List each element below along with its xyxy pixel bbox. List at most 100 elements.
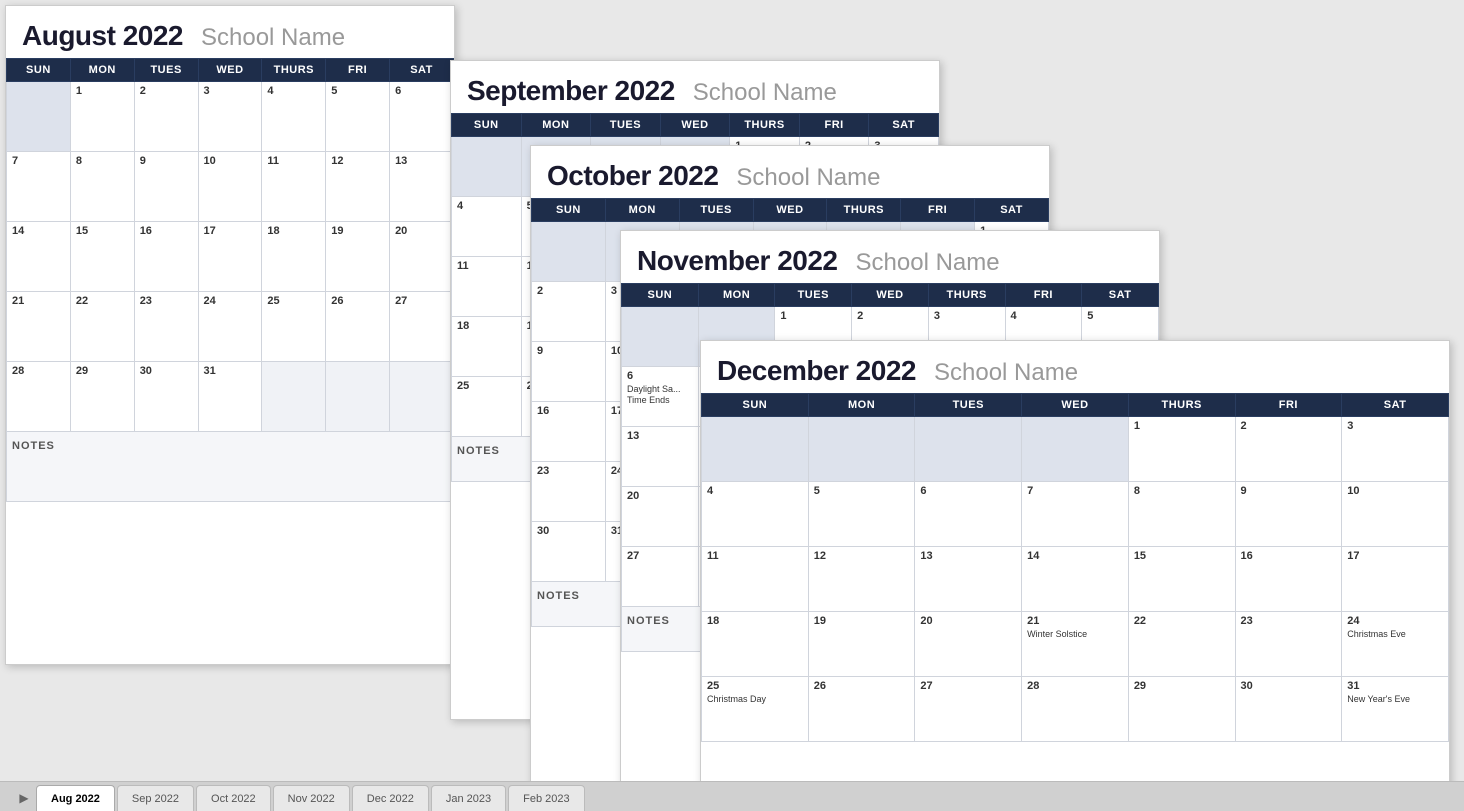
- tab-aug-2022[interactable]: Aug 2022: [36, 785, 115, 811]
- calendar-cell: 5: [326, 82, 390, 152]
- calendar-cell: 3: [1342, 417, 1449, 482]
- calendar-row: 78910111213: [7, 152, 454, 222]
- calendar-cell: 30: [1235, 677, 1342, 742]
- day-number: 20: [395, 225, 407, 237]
- calendar-cell: 14: [1022, 547, 1129, 612]
- day-number: 21: [12, 295, 24, 307]
- day-number: 4: [457, 200, 463, 212]
- day-number: 16: [140, 225, 152, 237]
- tab-dec-2022[interactable]: Dec 2022: [352, 785, 429, 811]
- calendar-cell: 12: [808, 547, 915, 612]
- day-number: 6: [627, 370, 633, 382]
- tab-oct-2022[interactable]: Oct 2022: [196, 785, 271, 811]
- col-header-tues: TUES: [134, 59, 198, 82]
- calendar-cell: 27: [622, 547, 699, 607]
- event-christmas-eve: Christmas Eve: [1347, 629, 1443, 640]
- col-header-fri: FRI: [799, 114, 869, 137]
- col-header-fri: FRI: [1005, 284, 1082, 307]
- calendar-cell: 11: [262, 152, 326, 222]
- tab-nov-2022[interactable]: Nov 2022: [273, 785, 350, 811]
- calendar-cell: 16: [532, 402, 606, 462]
- nov-header: November 2022 School Name: [621, 231, 1159, 283]
- day-number: 1: [1134, 420, 1140, 432]
- calendar-cell: 28: [1022, 677, 1129, 742]
- calendar-cell: [532, 222, 606, 282]
- tab-left-arrow[interactable]: ▶: [14, 785, 34, 811]
- col-header-sun: SUN: [622, 284, 699, 307]
- calendar-cell: 17: [1342, 547, 1449, 612]
- calendar-cell: 10: [198, 152, 262, 222]
- col-header-mon: MON: [605, 199, 679, 222]
- day-number: 8: [76, 155, 82, 167]
- day-number: 31: [1347, 680, 1359, 692]
- col-header-thurs: THURS: [730, 114, 800, 137]
- calendar-row: 28293031: [7, 362, 454, 432]
- col-header-sat: SAT: [869, 114, 939, 137]
- calendar-cell: [622, 307, 699, 367]
- calendar-cell: 11: [452, 257, 522, 317]
- day-number: 24: [204, 295, 216, 307]
- oct-title: October 2022: [547, 160, 718, 192]
- oct-header: October 2022 School Name: [531, 146, 1049, 198]
- day-number: 19: [331, 225, 343, 237]
- tab-sep-2022[interactable]: Sep 2022: [117, 785, 194, 811]
- calendar-cell: [915, 417, 1022, 482]
- calendar-cell: 25: [452, 377, 522, 437]
- calendar-cell: 15: [1128, 547, 1235, 612]
- day-number: 9: [1241, 485, 1247, 497]
- col-header-wed: WED: [198, 59, 262, 82]
- calendar-cell: 16: [1235, 547, 1342, 612]
- col-header-fri: FRI: [901, 199, 975, 222]
- col-header-wed: WED: [660, 114, 730, 137]
- col-header-sat: SAT: [975, 199, 1049, 222]
- day-number: 11: [267, 155, 279, 167]
- col-header-sat: SAT: [1082, 284, 1159, 307]
- calendar-cell: [702, 417, 809, 482]
- day-number: 29: [76, 365, 88, 377]
- day-number: 12: [814, 550, 826, 562]
- calendar-cell: 24 Christmas Eve: [1342, 612, 1449, 677]
- calendar-cell: 9: [134, 152, 198, 222]
- calendar-cell: 1: [1128, 417, 1235, 482]
- day-number: 18: [457, 320, 469, 332]
- calendar-cell: [808, 417, 915, 482]
- calendar-cell: 3: [198, 82, 262, 152]
- tab-feb-2023[interactable]: Feb 2023: [508, 785, 584, 811]
- day-number: 25: [267, 295, 279, 307]
- col-header-tues: TUES: [679, 199, 753, 222]
- day-number: 28: [12, 365, 24, 377]
- calendar-cell: 13: [622, 427, 699, 487]
- notes-row: NOTES: [7, 432, 454, 502]
- calendar-cell: 20: [915, 612, 1022, 677]
- calendar-row: 123456: [7, 82, 454, 152]
- day-number: 5: [814, 485, 820, 497]
- calendar-cell: 12: [326, 152, 390, 222]
- calendar-cell: 1: [70, 82, 134, 152]
- calendar-cell: [326, 362, 390, 432]
- calendar-cell: [7, 82, 71, 152]
- col-header-wed: WED: [852, 284, 929, 307]
- calendar-cell: 31New Year's Eve: [1342, 677, 1449, 742]
- calendar-cell: 18: [702, 612, 809, 677]
- col-header-mon: MON: [521, 114, 591, 137]
- day-number: 9: [140, 155, 146, 167]
- day-number: 19: [814, 615, 826, 627]
- day-number: 22: [76, 295, 88, 307]
- day-number: 14: [12, 225, 24, 237]
- col-header-fri: FRI: [326, 59, 390, 82]
- calendar-cell: 14: [7, 222, 71, 292]
- day-number: 24: [1347, 615, 1359, 627]
- nov-school: School Name: [856, 249, 1000, 277]
- col-header-tues: TUES: [915, 394, 1022, 417]
- day-number: 14: [1027, 550, 1039, 562]
- calendar-cell: 19: [808, 612, 915, 677]
- col-header-tues: TUES: [591, 114, 661, 137]
- day-number: 30: [1241, 680, 1253, 692]
- calendar-row: 45678910: [702, 482, 1449, 547]
- calendar-cell: 6: [915, 482, 1022, 547]
- calendar-cell: 2: [1235, 417, 1342, 482]
- day-number: 4: [1011, 310, 1017, 322]
- tab-jan-2023[interactable]: Jan 2023: [431, 785, 506, 811]
- col-header-thurs: THURS: [262, 59, 326, 82]
- oct-school: School Name: [736, 164, 880, 192]
